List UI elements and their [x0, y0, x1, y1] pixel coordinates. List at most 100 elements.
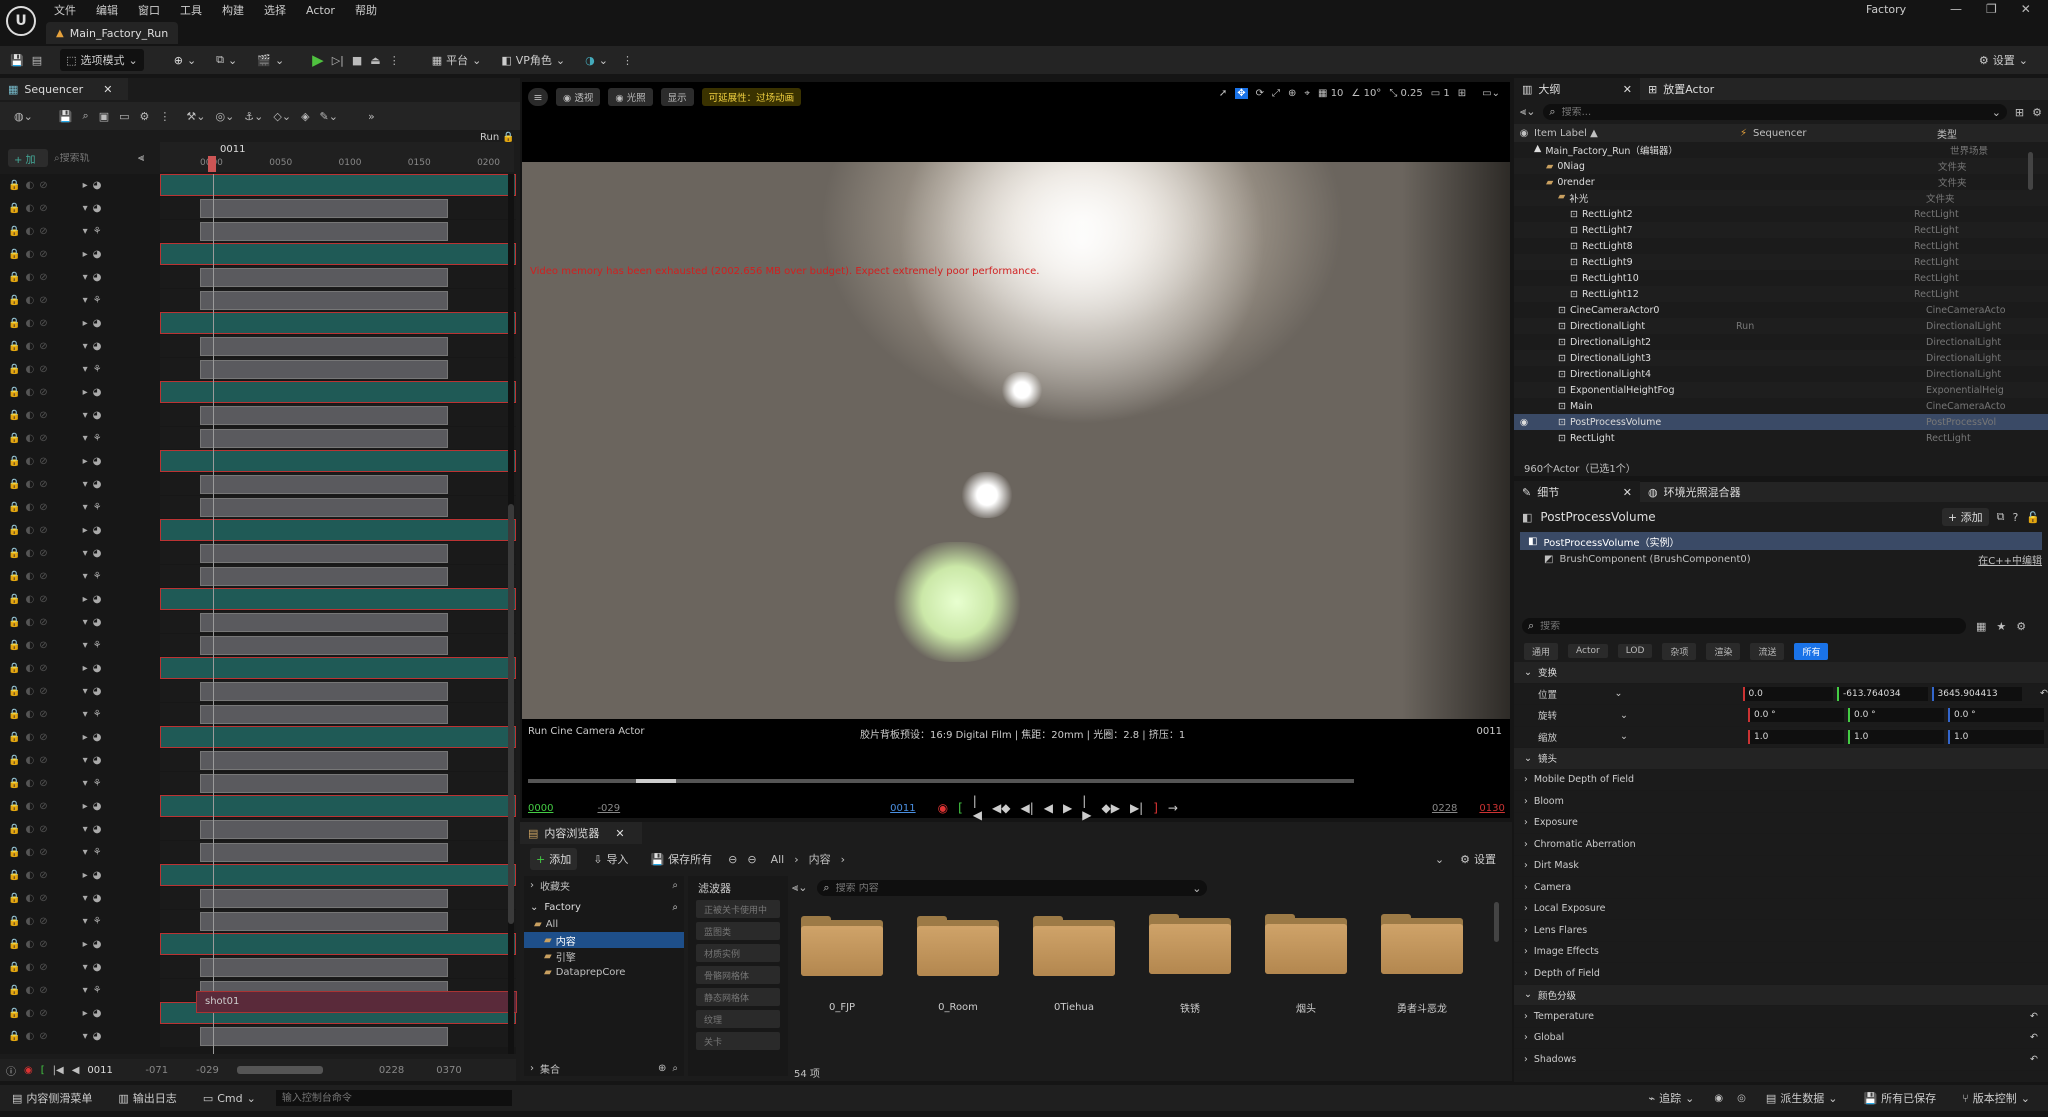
track-search-input[interactable]	[59, 152, 116, 164]
favorite-star-icon[interactable]: ★	[1996, 620, 2006, 633]
expand-icon[interactable]: ▾	[83, 295, 88, 306]
solo-icon[interactable]: ◐	[25, 180, 34, 191]
lock-icon[interactable]: 🔒	[8, 479, 20, 490]
lens-category-row[interactable]: › Mobile Depth of Field	[1514, 770, 2048, 791]
add-folder-icon[interactable]: ⊞	[2015, 106, 2024, 119]
step-back-icon[interactable]: ◀|	[1020, 801, 1033, 815]
table-view-icon[interactable]: ▦	[1976, 620, 1986, 633]
col-type[interactable]: 类型	[1937, 126, 1957, 141]
track-row-header[interactable]: 🔒 ◐ ⊘ ▾ ◕	[0, 335, 160, 358]
lock-icon[interactable]: 🔒	[8, 870, 20, 881]
track-row-header[interactable]: 🔒 ◐ ⊘ ▸ ◕	[0, 657, 160, 680]
grading-row[interactable]: › Shadows ↶	[1514, 1049, 2048, 1071]
vp-end-frame[interactable]: 0130	[1479, 803, 1504, 814]
translate-icon[interactable]: ✥	[1235, 88, 1248, 99]
mute-icon[interactable]: ⊘	[39, 295, 47, 306]
content-drawer-button[interactable]: ▤ 内容侧滑菜单	[6, 1087, 98, 1109]
track-row-header[interactable]: 🔒 ◐ ⊘ ▸ ◕	[0, 450, 160, 473]
expand-icon[interactable]: ▸	[83, 387, 88, 398]
col-item-label[interactable]: Item Label ▲	[1534, 128, 1740, 139]
tree-engine[interactable]: ▰ 引擎	[524, 948, 684, 964]
lock-icon[interactable]: 🔒	[8, 732, 20, 743]
lens-category-row[interactable]: › Chromatic Aberration	[1514, 834, 2048, 856]
track-section[interactable]	[200, 360, 448, 379]
tab-close-icon[interactable]: ✕	[103, 83, 112, 96]
close-icon[interactable]: ✕	[2021, 2, 2031, 16]
expand-icon[interactable]: ▾	[83, 847, 88, 858]
solo-icon[interactable]: ◐	[25, 571, 34, 582]
mute-icon[interactable]: ⊘	[39, 364, 47, 375]
details-search-input[interactable]	[1540, 620, 1960, 632]
next-key-icon[interactable]: ◆▶	[1101, 801, 1119, 815]
key-back-icon[interactable]: ◀	[72, 1065, 80, 1076]
outliner-row[interactable]: ◉⊡CineCameraActor0CineCameraActo	[1514, 302, 2048, 318]
solo-icon[interactable]: ◐	[25, 847, 34, 858]
lock-icon[interactable]: 🔒	[8, 203, 20, 214]
find-icon[interactable]: ⌕	[83, 109, 89, 123]
track-row-header[interactable]: 🔒 ◐ ⊘ ▸ ◕	[0, 933, 160, 956]
track-row-header[interactable]: 🔒 ◐ ⊘ ▾ ⚘	[0, 565, 160, 588]
diamond-icon[interactable]: ◇⌄	[273, 110, 291, 123]
filter-dropdown[interactable]: ⫷⌄	[792, 881, 807, 895]
expand-icon[interactable]: ▸	[83, 801, 88, 812]
expand-icon[interactable]: ▾	[83, 341, 88, 352]
visibility-icon[interactable]: ◉	[1514, 241, 1534, 252]
gear-icon[interactable]: ⚙	[2032, 106, 2042, 119]
all-saved-button[interactable]: 💾 所有已保存	[1857, 1087, 1942, 1109]
visibility-icon[interactable]: ◉	[1514, 305, 1534, 316]
track-row-header[interactable]: 🔒 ◐ ⊘ ▸ ◕	[0, 588, 160, 611]
menu-actor[interactable]: Actor	[306, 4, 335, 17]
lock-icon[interactable]: 🔒	[8, 525, 20, 536]
lock-icon[interactable]: 🔒	[8, 433, 20, 444]
track-section[interactable]	[200, 199, 448, 218]
solo-icon[interactable]: ◐	[25, 755, 34, 766]
blueprint-button[interactable]: ⧉ ⌄	[210, 49, 243, 71]
transform-header[interactable]: ⌄ 变换	[1514, 662, 2048, 684]
scalability-badge[interactable]: 可延展性：过场动画	[701, 88, 802, 106]
lock-icon[interactable]: 🔒	[8, 1031, 20, 1042]
expand-icon[interactable]: ▾	[83, 824, 88, 835]
solo-icon[interactable]: ◐	[25, 870, 34, 881]
add-track-button[interactable]: + 加	[8, 149, 48, 167]
view-end[interactable]: 0370	[436, 1065, 461, 1076]
track-section[interactable]	[200, 889, 448, 908]
surface-snap-icon[interactable]: ⌖	[1304, 88, 1310, 99]
solo-icon[interactable]: ◐	[25, 433, 34, 444]
visibility-icon[interactable]: ◉	[1514, 128, 1534, 139]
grading-row[interactable]: › Temperature ↶	[1514, 1006, 2048, 1028]
in-icon[interactable]: [	[41, 1065, 45, 1076]
solo-icon[interactable]: ◐	[25, 962, 34, 973]
tree-dataprep[interactable]: ▰ DataprepCore	[524, 964, 684, 980]
edit-cpp-link[interactable]: 在C++中编辑	[1978, 552, 2042, 567]
track-row-header[interactable]: 🔒 ◐ ⊘ ▾ ◕	[0, 266, 160, 289]
search-icon[interactable]: ⌕	[672, 902, 678, 913]
component-row[interactable]: ◩ BrushComponent (BrushComponent0) 在C++中编辑	[1520, 550, 2042, 568]
cinematics-button[interactable]: 🎬 ⌄	[251, 49, 290, 71]
filter-chip[interactable]: 关卡	[696, 1032, 780, 1050]
lock-icon[interactable]: 🔒	[8, 341, 20, 352]
lock-icon[interactable]: 🔒	[8, 456, 20, 467]
maximize-viewport-icon[interactable]: ⊞	[1458, 88, 1466, 99]
lock-icon[interactable]: 🔒	[8, 594, 20, 605]
lock-icon[interactable]: 🔒	[8, 801, 20, 812]
lock-icon[interactable]: 🔒	[8, 663, 20, 674]
location-y-field[interactable]: -613.764034	[1837, 686, 1928, 701]
visibility-icon[interactable]: ◉	[1514, 145, 1534, 156]
search-icon[interactable]: ⌕	[672, 1063, 678, 1074]
track-row-header[interactable]: 🔒 ◐ ⊘ ▾ ⚘	[0, 289, 160, 312]
expand-icon[interactable]: ▾	[83, 548, 88, 559]
console-command-input[interactable]	[275, 1090, 512, 1106]
add-component-button[interactable]: + 添加	[1941, 508, 1989, 526]
sequencer-tab[interactable]: ▦ Sequencer ✕	[0, 78, 128, 100]
track-row-header[interactable]: 🔒 ◐ ⊘ ▸ ◕	[0, 1002, 160, 1025]
track-row-header[interactable]: 🔒 ◐ ⊘ ▾ ⚘	[0, 703, 160, 726]
current-frame-field[interactable]: 0011	[87, 1065, 121, 1076]
details-filter-button[interactable]: 渲染	[1706, 642, 1741, 660]
expand-icon[interactable]: ▸	[83, 318, 88, 329]
mute-icon[interactable]: ⊘	[39, 617, 47, 628]
grid-snap-icon[interactable]: ▦ 10	[1318, 88, 1343, 99]
track-row-header[interactable]: 🔒 ◐ ⊘ ▾ ⚘	[0, 427, 160, 450]
solo-icon[interactable]: ◐	[25, 801, 34, 812]
step-fwd-icon[interactable]: |▶	[1082, 794, 1091, 822]
lock-icon[interactable]: 🔒	[8, 617, 20, 628]
